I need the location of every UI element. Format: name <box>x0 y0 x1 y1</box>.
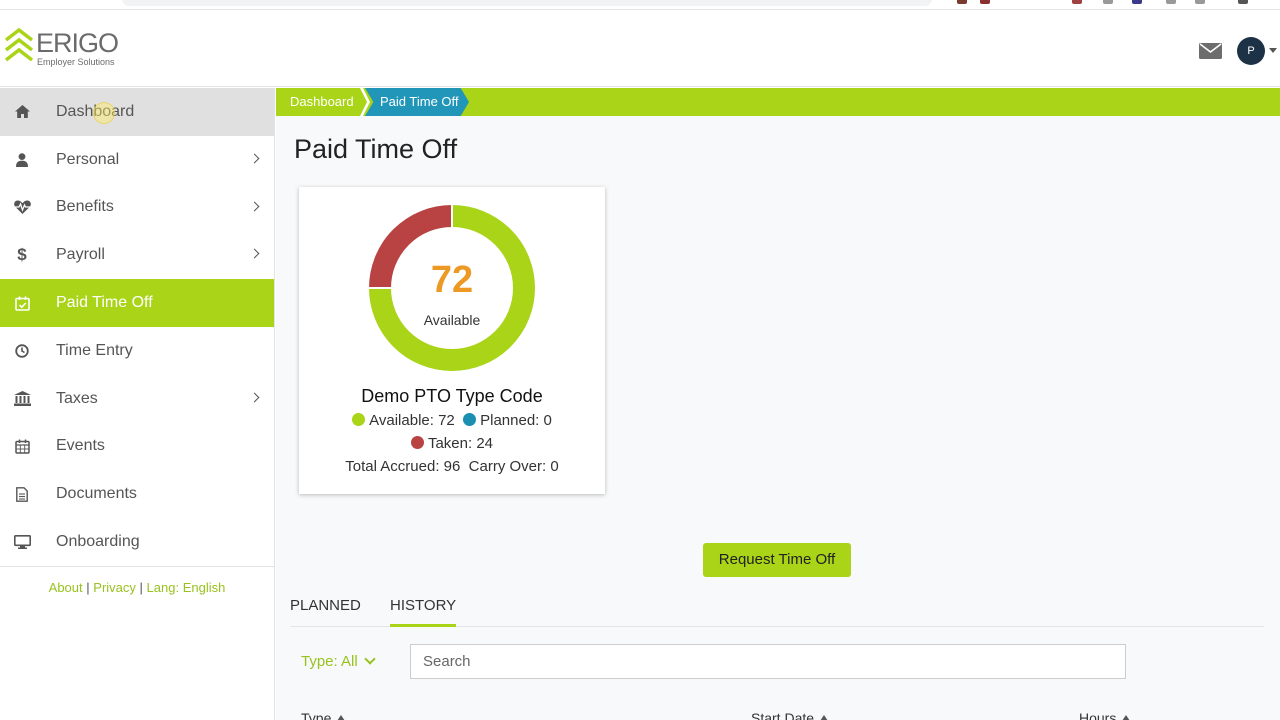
legend-taken: Taken: 24 <box>427 435 494 452</box>
privacy-link[interactable]: Privacy <box>93 580 136 595</box>
sort-up-icon <box>1122 715 1131 720</box>
column-header-start-date[interactable]: Start Date <box>751 710 829 720</box>
extension-icon[interactable] <box>1166 0 1176 4</box>
column-header-hours[interactable]: Hours <box>1079 710 1131 720</box>
type-filter-label: Type: All <box>301 653 358 670</box>
sidebar-item-label: Onboarding <box>56 533 140 551</box>
sort-up-icon <box>337 715 346 720</box>
browser-toolbar <box>0 0 1280 10</box>
tab-history[interactable]: HISTORY <box>390 597 457 627</box>
sidebar-item-benefits[interactable]: Benefits <box>0 184 274 232</box>
sidebar-footer: About | Privacy | Lang: English <box>0 580 274 595</box>
sidebar-item-time-entry[interactable]: Time Entry <box>0 327 274 375</box>
available-hours-value: 72 <box>430 259 474 301</box>
chevron-right-icon <box>249 153 260 164</box>
pto-type-code: Demo PTO Type Code <box>361 386 543 406</box>
document-icon <box>13 486 31 502</box>
sidebar-item-dashboard[interactable]: Dashboard <box>0 88 274 136</box>
sidebar-item-paid-time-off[interactable]: Paid Time Off <box>0 279 274 327</box>
available-caption: Available <box>423 312 481 328</box>
brand-tagline: Employer Solutions <box>37 57 115 67</box>
extension-icon[interactable] <box>1072 0 1082 4</box>
extension-icon[interactable] <box>980 0 990 4</box>
sidebar-item-label: Documents <box>56 485 137 503</box>
bank-icon <box>13 391 31 407</box>
chevron-right-icon <box>249 201 260 212</box>
sort-up-icon <box>820 715 829 720</box>
address-bar[interactable] <box>122 0 932 6</box>
dollar-icon: $ <box>17 245 27 265</box>
breadcrumb: Dashboard Paid Time Off <box>276 88 1280 116</box>
legend-planned: Planned: 0 <box>480 412 552 429</box>
calendar-check-icon <box>13 295 31 311</box>
column-header-label: Type <box>301 710 332 720</box>
envelope-icon[interactable] <box>1199 43 1222 59</box>
taken-legend-dot-icon <box>410 436 424 449</box>
breadcrumb-item-paid-time-off: Paid Time Off <box>365 88 469 116</box>
extension-icon[interactable] <box>1238 0 1248 4</box>
footer-separator: | <box>139 579 143 595</box>
brand-name: ERIGO <box>36 28 119 58</box>
page-title: Paid Time Off <box>294 134 458 164</box>
heartbeat-icon <box>13 199 31 215</box>
sidebar-item-taxes[interactable]: Taxes <box>0 375 274 423</box>
sidebar-item-payroll[interactable]: $ Payroll <box>0 231 274 279</box>
pto-legend: Available: 72 Planned: 0 <box>299 412 605 429</box>
sidebar-nav: Dashboard Personal Benefits $ Payroll Pa… <box>0 88 275 720</box>
pto-tabs: PLANNED HISTORY <box>290 594 1264 627</box>
tab-planned[interactable]: PLANNED <box>290 597 361 627</box>
app-header: ERIGO Employer Solutions P <box>0 11 1280 87</box>
chevron-right-icon <box>249 392 260 403</box>
extension-icon[interactable] <box>1195 0 1205 4</box>
sidebar-item-personal[interactable]: Personal <box>0 136 274 184</box>
extension-icon[interactable] <box>957 0 967 4</box>
monitor-icon <box>13 534 31 550</box>
breadcrumb-item-dashboard[interactable]: Dashboard <box>290 88 354 116</box>
user-avatar[interactable]: P <box>1237 37 1265 65</box>
footer-separator: | <box>86 579 90 595</box>
sidebar-item-label: Events <box>56 437 105 455</box>
request-time-off-button[interactable]: Request Time Off <box>703 543 851 577</box>
legend-available: Available: 72 <box>369 412 455 429</box>
column-header-type[interactable]: Type <box>301 710 346 720</box>
extension-icon[interactable] <box>1132 0 1142 4</box>
mouse-cursor-highlight <box>93 102 115 124</box>
erigo-logo[interactable]: ERIGO Employer Solutions <box>4 28 119 67</box>
chevron-down-icon <box>364 653 376 665</box>
main-content: Paid Time Off 72 Available Demo PTO Type… <box>276 116 1280 720</box>
sidebar-item-label: Personal <box>56 150 120 168</box>
planned-legend-dot-icon <box>463 413 477 426</box>
language-link[interactable]: Lang: English <box>147 580 226 595</box>
sidebar-item-label: Benefits <box>56 198 114 216</box>
caret-down-icon[interactable] <box>1269 48 1277 53</box>
sidebar-item-onboarding[interactable]: Onboarding <box>0 518 274 566</box>
available-legend-dot-icon <box>352 413 366 426</box>
about-link[interactable]: About <box>49 580 83 595</box>
sidebar-item-label: Taxes <box>56 389 98 407</box>
column-header-label: Hours <box>1079 710 1117 720</box>
sidebar-item-label: Payroll <box>56 246 105 264</box>
type-filter-dropdown[interactable]: Type: All <box>301 653 376 670</box>
chevron-stack-logo-icon <box>4 28 34 62</box>
chevron-right-icon <box>249 248 260 259</box>
sidebar-item-label: Time Entry <box>56 341 133 359</box>
sidebar-divider <box>0 565 274 567</box>
user-icon <box>13 152 31 168</box>
calendar-icon <box>13 438 31 454</box>
sidebar-item-events[interactable]: Events <box>0 423 274 471</box>
sidebar-item-documents[interactable]: Documents <box>0 470 274 518</box>
column-header-label: Start Date <box>751 710 815 720</box>
clock-icon <box>13 343 31 359</box>
pto-balance-card: 72 Available Demo PTO Type Code Availabl… <box>299 187 605 494</box>
pto-legend-row-2: Taken: 24 <box>299 435 605 452</box>
search-input[interactable] <box>410 644 1126 679</box>
home-icon <box>13 104 31 120</box>
sidebar-item-label: Paid Time Off <box>56 294 153 312</box>
extension-icon[interactable] <box>1103 0 1113 4</box>
pto-totals: Total Accrued: 96 Carry Over: 0 <box>345 458 559 475</box>
